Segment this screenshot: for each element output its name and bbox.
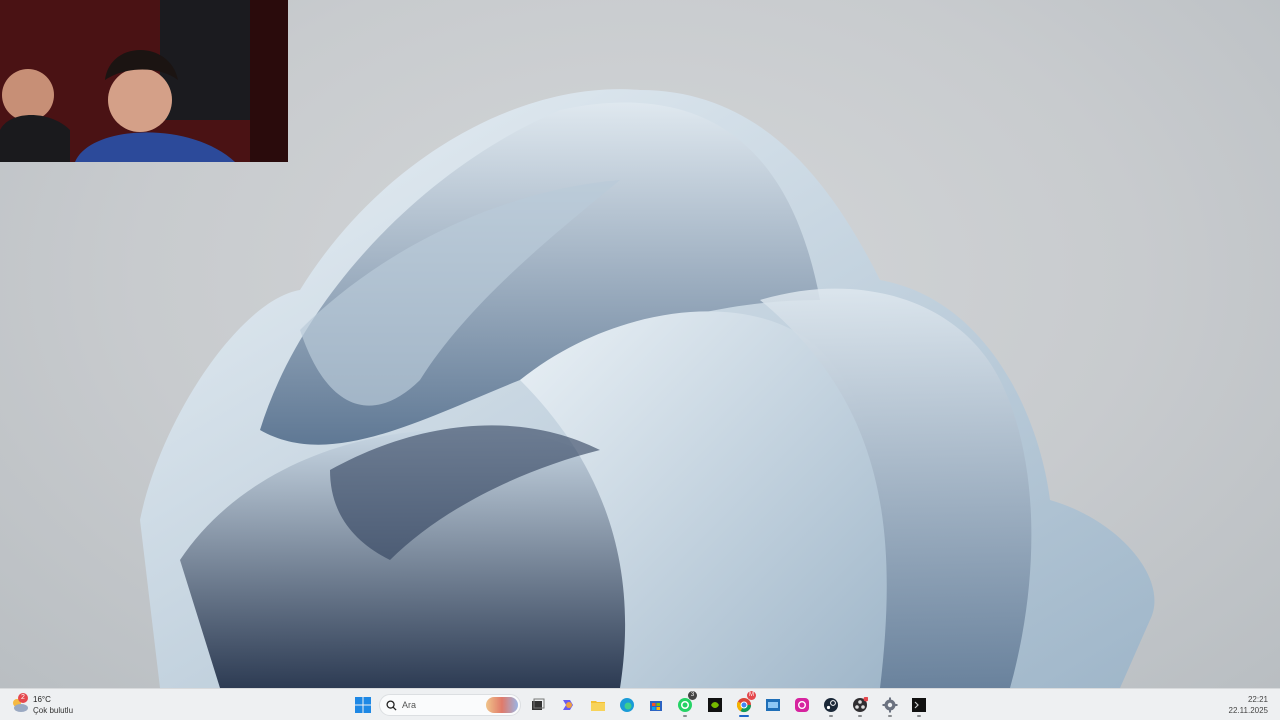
running-indicator <box>888 715 892 717</box>
file-explorer-button[interactable] <box>585 692 611 718</box>
running-indicator <box>917 715 921 717</box>
obs-icon <box>853 697 868 712</box>
obs-button[interactable] <box>847 692 873 718</box>
search-box[interactable]: Ara <box>379 694 521 716</box>
active-indicator <box>739 715 749 717</box>
instagram-button[interactable] <box>789 692 815 718</box>
weather-condition: Çok bulutlu <box>33 706 74 715</box>
webcam-overlay <box>0 0 288 162</box>
weather-temperature: 16°C <box>33 695 51 704</box>
running-indicator <box>829 715 833 717</box>
settings-button[interactable] <box>877 692 903 718</box>
weather-widget[interactable]: 2 16°C Çok bulutlu <box>10 693 90 717</box>
chrome-badge: M <box>747 691 756 700</box>
search-highlight-image <box>486 697 518 713</box>
terminal-icon <box>912 698 926 712</box>
copilot-button[interactable] <box>555 692 581 718</box>
task-view-icon <box>532 698 545 710</box>
whatsapp-badge: 3 <box>688 691 697 700</box>
search-placeholder: Ara <box>402 700 417 710</box>
steam-icon <box>824 698 838 712</box>
edge-button[interactable] <box>614 692 640 718</box>
steam-button[interactable] <box>818 692 844 718</box>
windows-logo-icon <box>355 697 371 713</box>
microsoft-store-button[interactable] <box>643 692 669 718</box>
store-icon <box>650 701 662 711</box>
clock-date: 22.11.2025 <box>1228 706 1268 715</box>
running-indicator <box>683 715 687 717</box>
terminal-button[interactable] <box>906 692 932 718</box>
webcam-feed <box>0 0 288 162</box>
folder-icon <box>591 701 605 711</box>
whatsapp-button[interactable]: 3 <box>672 691 698 718</box>
search-icon <box>386 700 397 711</box>
desktop <box>0 0 1280 688</box>
chrome-button[interactable]: M <box>731 691 757 718</box>
copilot-icon <box>563 700 573 710</box>
desktop-app-button[interactable] <box>760 692 786 718</box>
running-indicator <box>858 715 862 717</box>
app-window-icon <box>766 699 780 711</box>
nvidia-icon <box>708 698 722 712</box>
system-clock[interactable]: 22:21 22.11.2025 <box>1229 694 1268 716</box>
gear-icon <box>882 697 898 713</box>
taskbar: 2 16°C Çok bulutlu Ara 3 M 22:21 22.11.2… <box>0 688 1280 720</box>
start-button[interactable] <box>350 692 376 718</box>
weather-badge: 2 <box>18 693 28 703</box>
instagram-icon <box>795 698 809 712</box>
clock-time: 22:21 <box>1247 695 1268 704</box>
nvidia-button[interactable] <box>702 692 728 718</box>
edge-icon <box>620 698 634 712</box>
task-view-button[interactable] <box>525 692 551 718</box>
